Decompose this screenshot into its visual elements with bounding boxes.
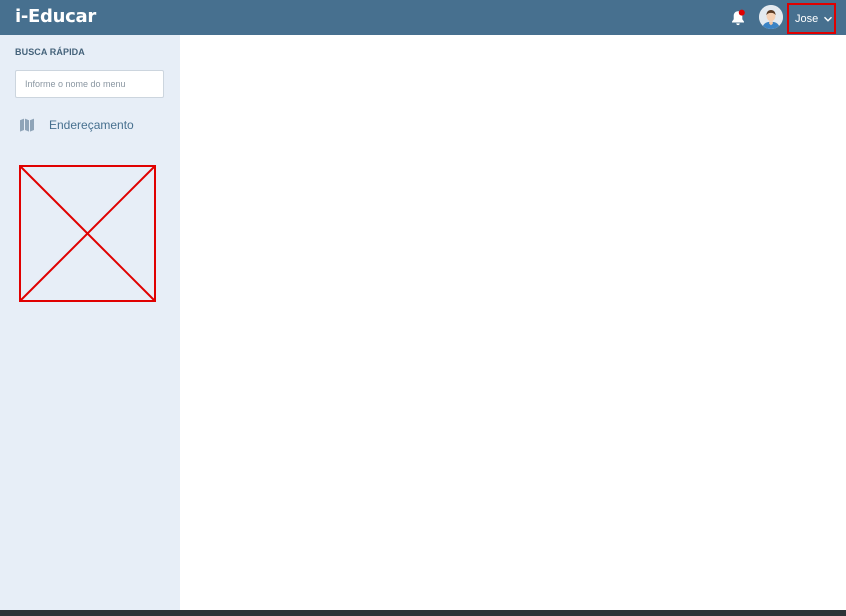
sidebar: BUSCA RÁPIDA Endereçamento [0, 35, 180, 610]
main-content-area [180, 35, 846, 610]
top-navbar: i-Educar Jose [0, 0, 846, 35]
quick-search-title: BUSCA RÁPIDA [15, 47, 85, 57]
user-name: Jose [795, 12, 819, 25]
menu-search-input[interactable] [15, 70, 164, 98]
user-avatar[interactable] [759, 5, 783, 29]
chevron-down-icon [823, 14, 833, 24]
sidebar-item-label: Endereçamento [49, 118, 134, 132]
app-window: i-Educar Jose BUSCA RÁPIDA Informe o nom… [0, 0, 846, 616]
map-icon [19, 117, 35, 133]
broken-image-placeholder [19, 165, 156, 302]
sidebar-item-enderecamento[interactable]: Endereçamento [19, 115, 134, 135]
bell-icon[interactable] [729, 9, 747, 27]
user-menu-dropdown[interactable]: Jose [787, 3, 836, 34]
bottom-edge-bar [0, 610, 846, 616]
app-logo-title[interactable]: i-Educar [15, 6, 96, 27]
